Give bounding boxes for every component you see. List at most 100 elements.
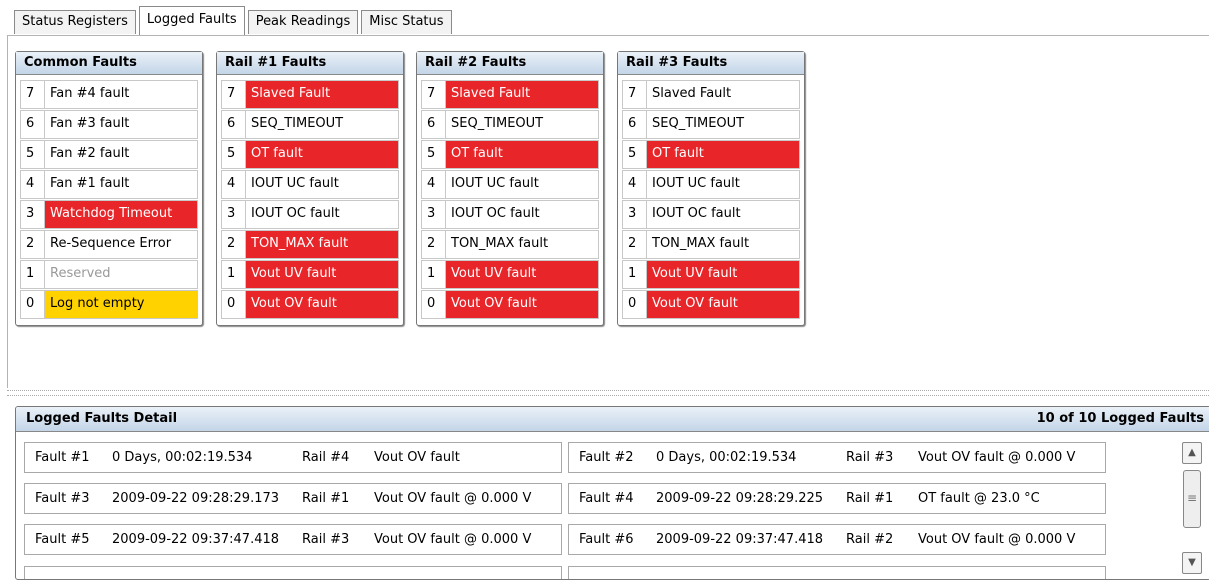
fault-id: Fault #2 [579, 450, 634, 465]
fault-entry: Fault #6 2009-09-22 09:37:47.418 Rail #2 Vo… [568, 524, 1106, 555]
fault-description: Vout OV fault @ 0.000 V [918, 532, 1076, 547]
fault-timestamp: 2009-09-22 09:37:47.418 [112, 532, 280, 547]
fault-group-title: Rail #1 Faults [217, 52, 403, 75]
bit-label: Vout OV fault [446, 291, 598, 318]
fault-bit-row: 7 Slaved Fault [421, 80, 599, 109]
bit-label: Vout OV fault [647, 291, 799, 318]
fault-timestamp: 0 Days, 00:02:19.534 [656, 450, 797, 465]
scroll-up-icon[interactable]: ▲ [1182, 442, 1202, 464]
fault-id: Fault #5 [35, 532, 90, 547]
bit-number: 7 [422, 81, 446, 108]
fault-bit-row: 0 Vout OV fault [221, 290, 399, 319]
fault-bit-row: 4 IOUT UC fault [421, 170, 599, 199]
bit-number: 4 [222, 171, 246, 198]
fault-bit-row: 3 IOUT OC fault [221, 200, 399, 229]
fault-description: Vout OV fault @ 0.000 V [374, 491, 532, 506]
tab-logged-faults[interactable]: Logged Faults [138, 6, 245, 36]
scroll-thumb[interactable]: ≡ [1183, 470, 1201, 528]
bit-label: IOUT UC fault [451, 176, 539, 191]
bit-label: OT fault [446, 141, 598, 168]
bit-number: 2 [422, 231, 446, 258]
fault-entry: Fault #3 2009-09-22 09:28:29.173 Rail #1 Vo… [24, 483, 562, 514]
fault-bit-row: 6 SEQ_TIMEOUT [622, 110, 800, 139]
bit-number: 3 [21, 201, 45, 228]
fault-rail: Rail #3 [846, 450, 894, 465]
vertical-scrollbar[interactable]: ▲ ≡ ▼ [1182, 442, 1202, 575]
bit-number: 1 [422, 261, 446, 288]
fault-bit-row: 5 OT fault [622, 140, 800, 169]
fault-bit-row: 3 IOUT OC fault [421, 200, 599, 229]
bit-label: Reserved [50, 266, 111, 281]
fault-bit-row: 1 Reserved [20, 260, 198, 289]
fault-bit-row: 2 TON_MAX fault [622, 230, 800, 259]
fault-rail: Rail #1 [846, 491, 894, 506]
bit-number: 1 [623, 261, 647, 288]
bit-label: Vout UV fault [647, 261, 799, 288]
fault-entry: Fault #4 2009-09-22 09:28:29.225 Rail #1 OT… [568, 483, 1106, 514]
fault-timestamp: 0 Days, 00:02:19.534 [112, 450, 253, 465]
fault-bit-row: 7 Fan #4 fault [20, 80, 198, 109]
splitter-handle[interactable] [7, 390, 1209, 396]
bit-number: 0 [21, 291, 45, 318]
fault-bit-row: 2 TON_MAX fault [221, 230, 399, 259]
fault-id: Fault #3 [35, 491, 90, 506]
partial-fault-entry [24, 566, 562, 579]
bit-label: Fan #3 fault [50, 116, 130, 131]
bit-number: 7 [21, 81, 45, 108]
fault-bit-row: 2 Re-Sequence Error [20, 230, 198, 259]
fault-rail: Rail #2 [846, 532, 894, 547]
fault-rail: Rail #4 [302, 450, 350, 465]
fault-bit-row: 0 Vout OV fault [421, 290, 599, 319]
fault-bit-row: 0 Vout OV fault [622, 290, 800, 319]
tab-misc-status[interactable]: Misc Status [361, 10, 452, 34]
fault-id: Fault #4 [579, 491, 634, 506]
bit-label: Vout UV fault [246, 261, 398, 288]
bit-number: 0 [222, 291, 246, 318]
bit-number: 3 [422, 201, 446, 228]
bit-label: Slaved Fault [446, 81, 598, 108]
fault-group-1: Rail #1 Faults 7 Slaved Fault 6 SEQ_TIMEOUT 5… [216, 51, 404, 326]
bit-number: 4 [623, 171, 647, 198]
bit-label: TON_MAX fault [652, 236, 750, 251]
bit-label: Slaved Fault [246, 81, 398, 108]
bit-number: 1 [222, 261, 246, 288]
bit-label: Log not empty [45, 291, 197, 318]
bit-label: OT fault [647, 141, 799, 168]
scroll-down-icon[interactable]: ▼ [1182, 552, 1202, 574]
bit-label: Fan #4 fault [50, 86, 130, 101]
logged-faults-count: 10 of 10 Logged Faults [1036, 411, 1204, 426]
fault-id: Fault #1 [35, 450, 90, 465]
fault-description: Vout OV fault @ 0.000 V [918, 450, 1076, 465]
fault-group-2: Rail #2 Faults 7 Slaved Fault 6 SEQ_TIMEOUT 5… [416, 51, 604, 326]
detail-header: Logged Faults Detail 10 of 10 Logged Fau… [16, 407, 1209, 432]
fault-bit-row: 5 OT fault [421, 140, 599, 169]
bit-number: 6 [623, 111, 647, 138]
tab-status-registers[interactable]: Status Registers [14, 10, 136, 34]
fault-bit-row: 6 SEQ_TIMEOUT [221, 110, 399, 139]
fault-group-title: Rail #2 Faults [417, 52, 603, 75]
bit-number: 3 [623, 201, 647, 228]
fault-bit-row: 1 Vout UV fault [221, 260, 399, 289]
bit-label: IOUT UC fault [652, 176, 740, 191]
detail-title: Logged Faults Detail [26, 411, 178, 426]
tab-bar: Status Registers Logged Faults Peak Read… [14, 6, 455, 36]
bit-label: Vout OV fault [246, 291, 398, 318]
fault-bit-row: 4 Fan #1 fault [20, 170, 198, 199]
fault-bit-row: 7 Slaved Fault [622, 80, 800, 109]
bit-label: IOUT UC fault [251, 176, 339, 191]
bit-label: SEQ_TIMEOUT [652, 116, 745, 131]
tab-peak-readings[interactable]: Peak Readings [247, 10, 359, 34]
fault-bit-row: 0 Log not empty [20, 290, 198, 319]
bit-label: IOUT OC fault [451, 206, 540, 221]
fault-entry: Fault #2 0 Days, 00:02:19.534 Rail #3 Vout … [568, 442, 1106, 473]
bit-number: 2 [623, 231, 647, 258]
fault-description: OT fault @ 23.0 °C [918, 491, 1040, 506]
logged-faults-detail: Logged Faults Detail 10 of 10 Logged Fau… [15, 406, 1209, 580]
fault-group-title: Rail #3 Faults [618, 52, 804, 75]
bit-number: 1 [21, 261, 45, 288]
bit-label: Slaved Fault [652, 86, 732, 101]
partial-fault-entry [568, 566, 1106, 579]
fault-id: Fault #6 [579, 532, 634, 547]
fault-bit-row: 3 Watchdog Timeout [20, 200, 198, 229]
fault-bit-row: 4 IOUT UC fault [221, 170, 399, 199]
